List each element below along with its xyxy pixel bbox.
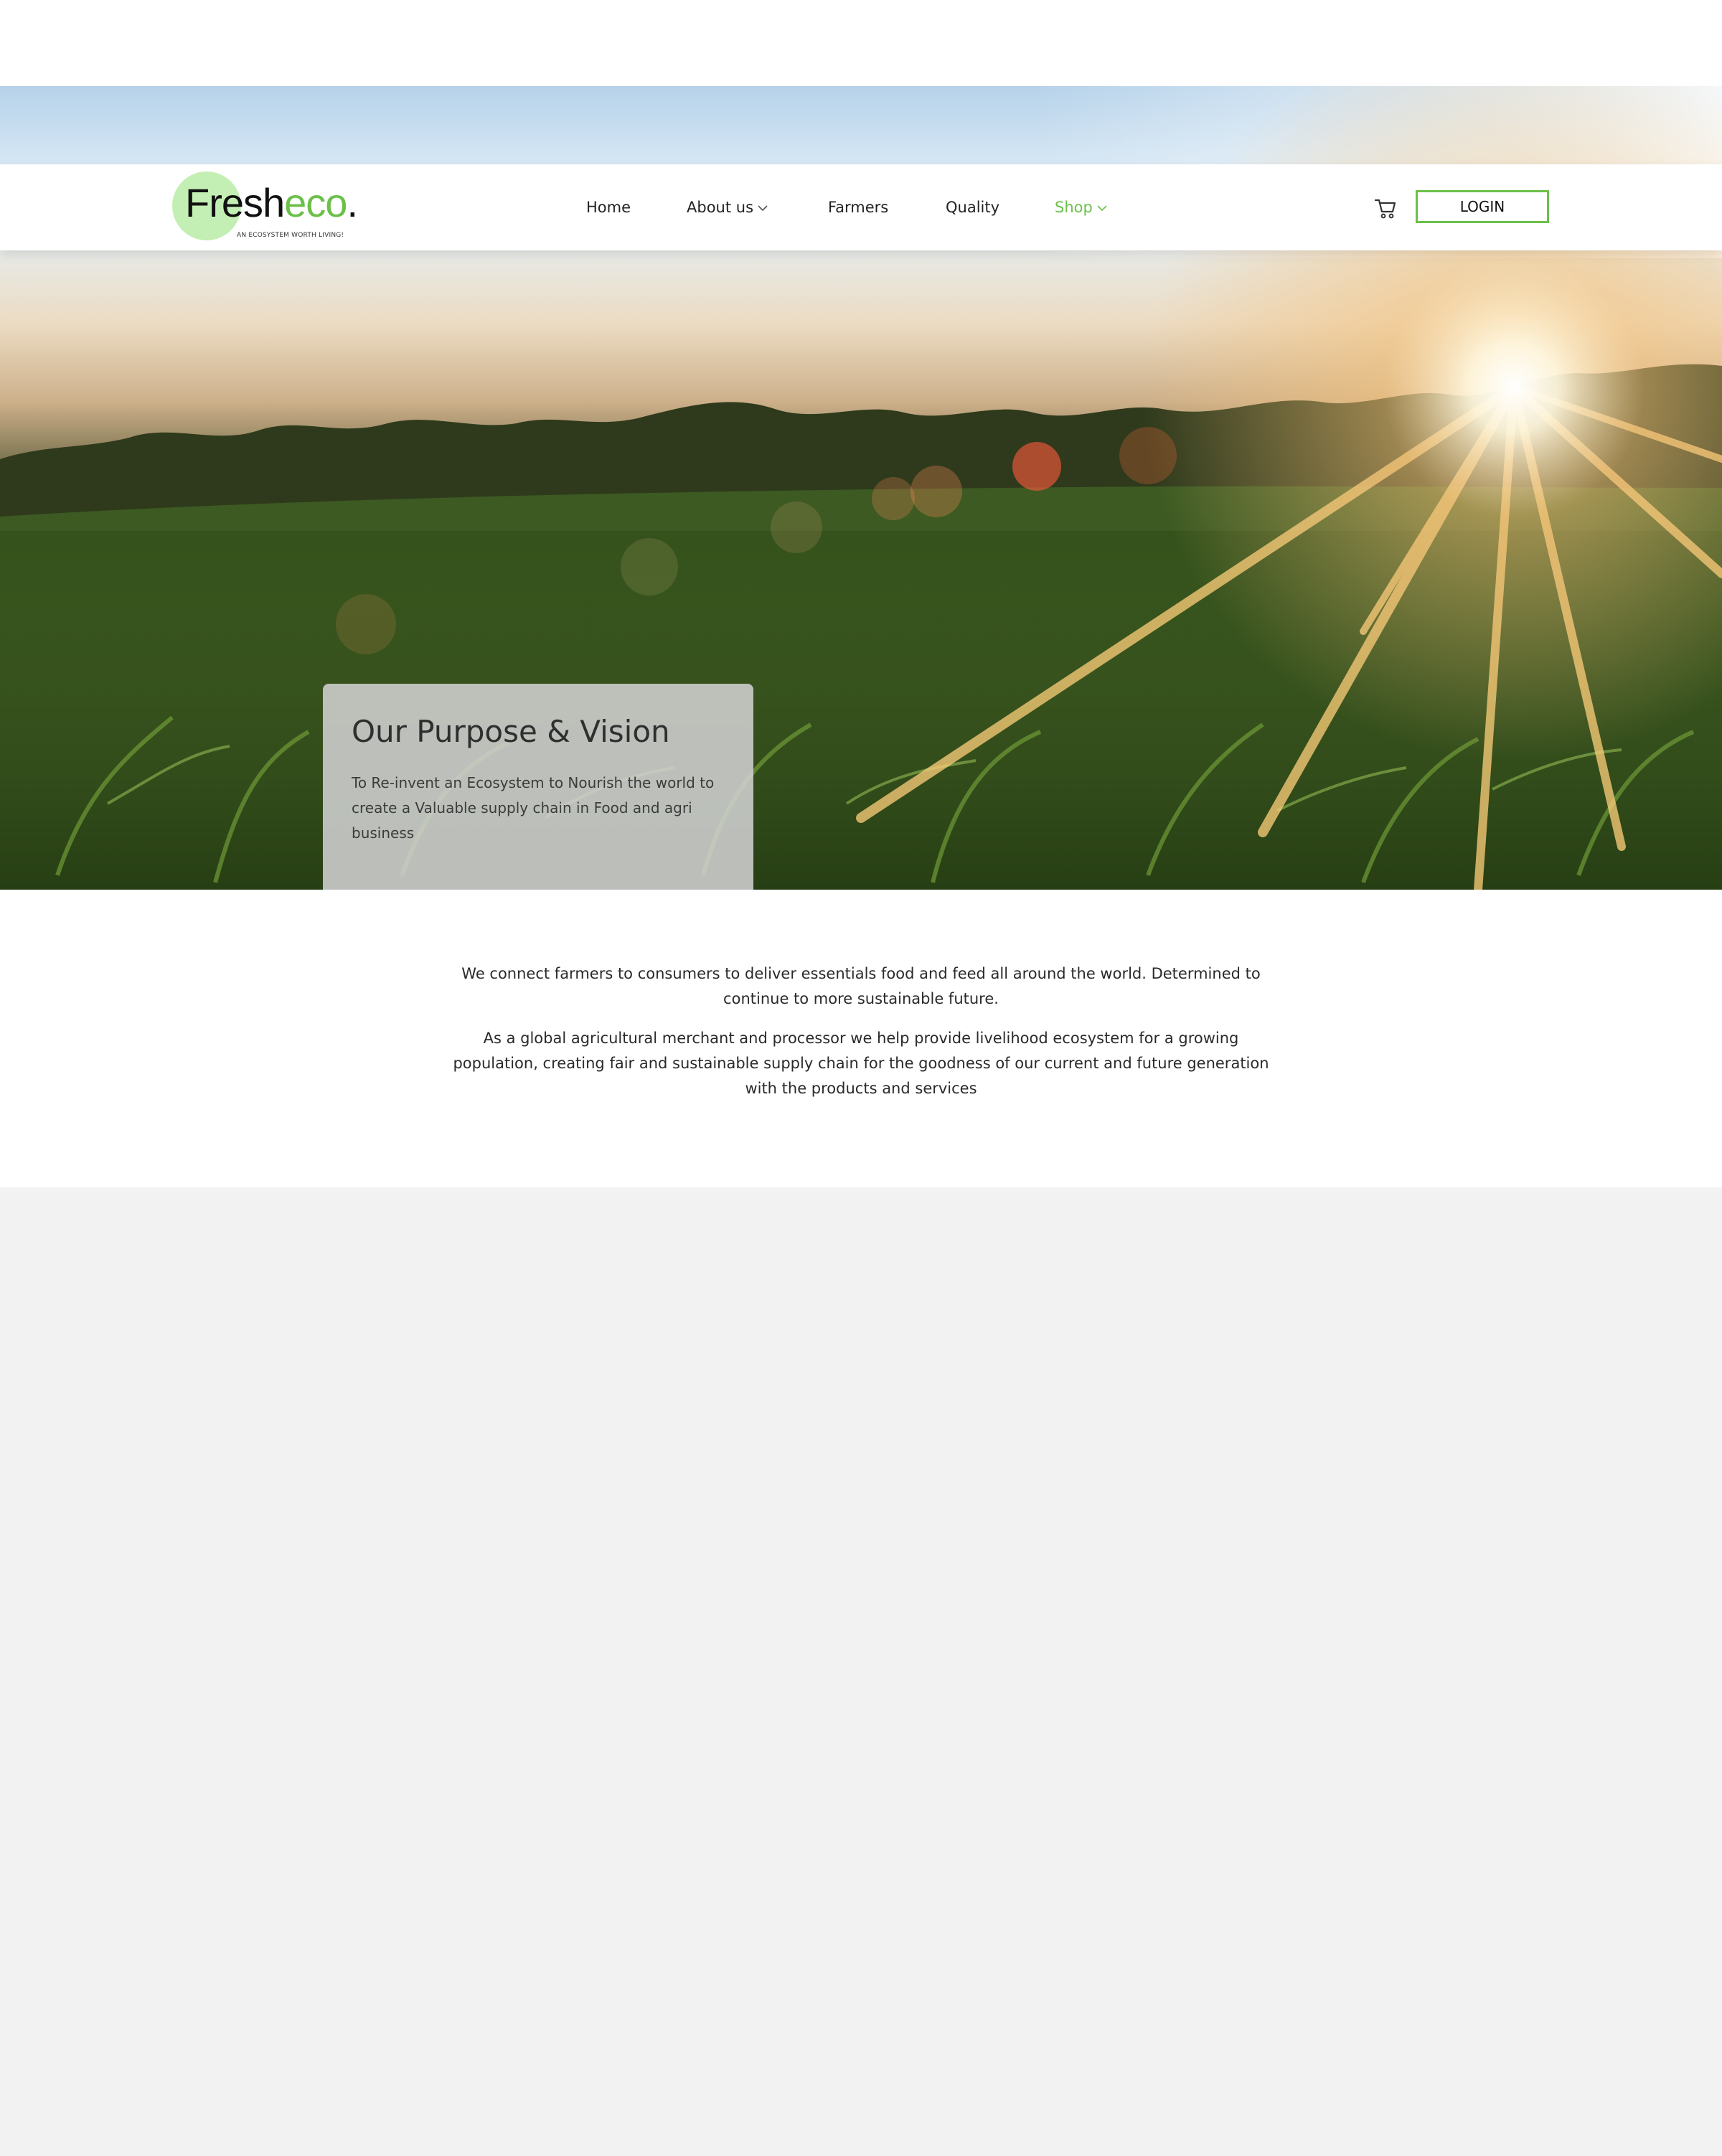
- top-blank-area: [0, 0, 1722, 86]
- logo-tagline: AN ECOSYSTEM WORTH LIVING!: [237, 232, 344, 239]
- nav-about-us[interactable]: About us: [687, 196, 768, 219]
- purpose-text: To Re-invent an Ecosystem to Nourish the…: [352, 774, 715, 842]
- mission-paragraph: As a global agricultural merchant and pr…: [453, 1030, 1269, 1097]
- login-button[interactable]: LOGIN: [1416, 190, 1549, 223]
- logo-wordmark: Fresheco.: [185, 180, 358, 225]
- nav-quality[interactable]: Quality: [946, 196, 999, 219]
- site-header: Fresheco. AN ECOSYSTEM WORTH LIVING! Hom…: [0, 164, 1722, 250]
- cart-icon[interactable]: [1373, 196, 1398, 220]
- nav-home[interactable]: Home: [586, 196, 631, 219]
- nav-farmers[interactable]: Farmers: [828, 196, 888, 219]
- chevron-down-icon: [1097, 205, 1107, 212]
- purpose-vision-card: Our Purpose & Vision To Re-invent an Eco…: [323, 684, 753, 890]
- intro-paragraph: We connect farmers to consumers to deliv…: [461, 965, 1261, 1007]
- nav-shop[interactable]: Shop: [1055, 196, 1107, 219]
- purpose-title: Our Purpose & Vision: [352, 714, 670, 749]
- about-section: We connect farmers to consumers to deliv…: [0, 890, 1722, 1187]
- fresheco-logo[interactable]: Fresheco. AN ECOSYSTEM WORTH LIVING!: [172, 171, 358, 243]
- chevron-down-icon: [758, 205, 768, 212]
